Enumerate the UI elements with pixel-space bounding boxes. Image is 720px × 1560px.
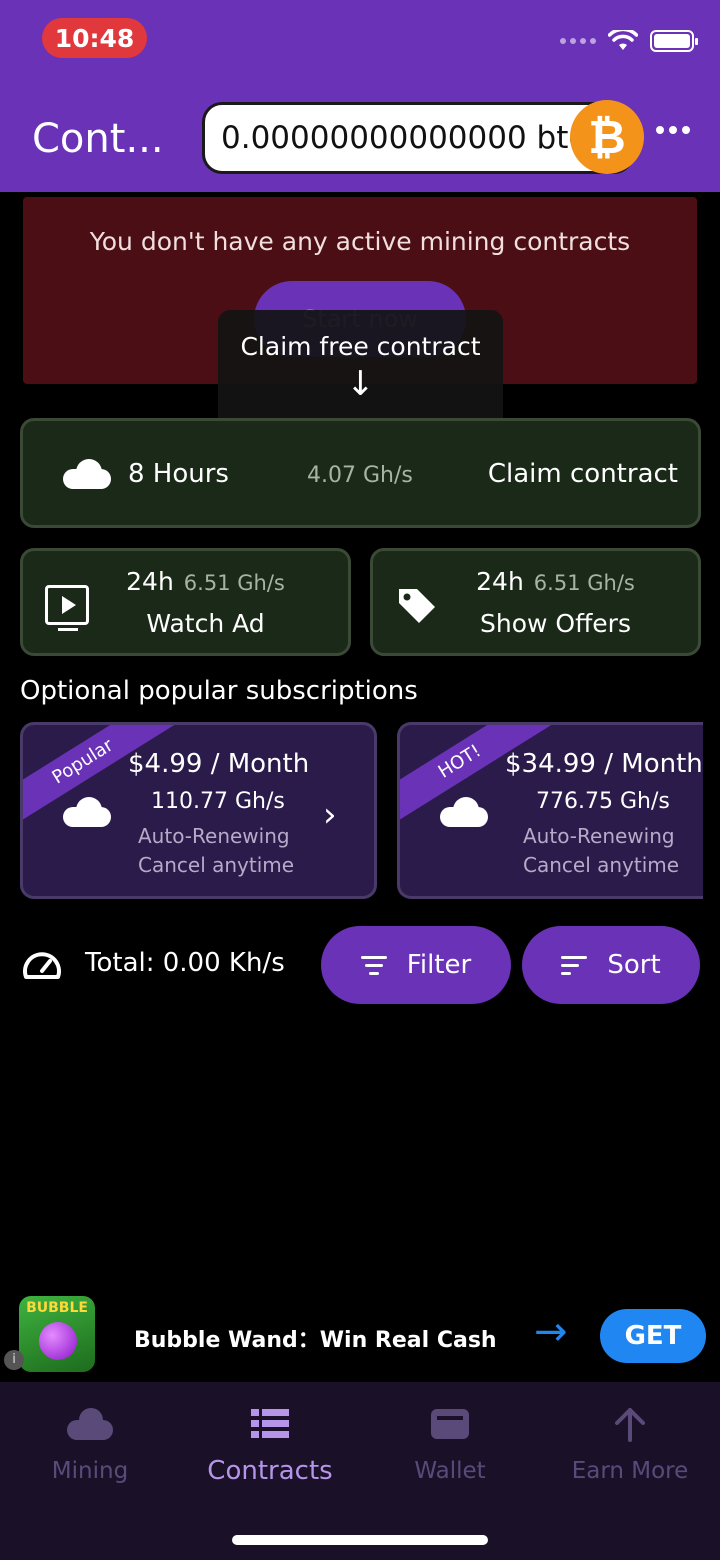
free-contract-card[interactable]: 8 Hours 4.07 Gh/s Claim contract xyxy=(20,418,701,528)
offers-hours: 24h xyxy=(476,567,524,596)
watch-ad-speed: 6.51 Gh/s xyxy=(183,571,285,595)
nav-label: Earn More xyxy=(571,1458,689,1484)
ad-info-icon[interactable]: i xyxy=(4,1350,24,1370)
subscription-card-popular[interactable]: Popular $4.99 / Month 110.77 Gh/s Auto-R… xyxy=(20,722,377,899)
wallet-icon xyxy=(431,1409,469,1439)
wifi-icon xyxy=(608,30,638,50)
offers-speed: 6.51 Gh/s xyxy=(533,571,635,595)
cloud-icon xyxy=(63,459,111,489)
cellular-signal-icon xyxy=(560,38,596,44)
ad-title: Bubble Wand：Win Real Cash xyxy=(134,1328,497,1353)
arrow-right-icon: → xyxy=(534,1309,568,1355)
subscription-speed: 776.75 Gh/s xyxy=(536,789,670,814)
filter-icon xyxy=(360,955,387,975)
status-icons xyxy=(560,30,698,52)
contract-duration: 8 Hours xyxy=(128,459,229,489)
cloud-icon xyxy=(440,797,488,827)
nav-item-contracts[interactable]: Contracts xyxy=(180,1402,360,1486)
watch-ad-card[interactable]: 24h 6.51 Gh/s Watch Ad xyxy=(20,548,351,656)
home-indicator[interactable] xyxy=(232,1535,488,1545)
notice-text: You don't have any active mining contrac… xyxy=(89,227,631,256)
claim-contract-button[interactable]: Claim contract xyxy=(488,459,678,489)
sort-icon xyxy=(561,955,588,975)
show-offers-card[interactable]: 24h 6.51 Gh/s Show Offers xyxy=(370,548,701,656)
ad-banner[interactable]: BUBBLE i Bubble Wand：Win Real Cash → GET xyxy=(0,1292,720,1382)
filter-label: Filter xyxy=(406,950,472,980)
show-offers-label: Show Offers xyxy=(480,609,631,638)
arrow-up-icon xyxy=(615,1408,645,1442)
subscription-speed: 110.77 Gh/s xyxy=(151,789,285,814)
battery-icon xyxy=(650,30,698,52)
claim-free-tooltip: Claim free contract ↓ xyxy=(218,310,503,432)
watch-ad-label: Watch Ad xyxy=(146,609,265,638)
subscriptions-heading: Optional popular subscriptions xyxy=(20,676,418,706)
subscription-cancel: Cancel anytime xyxy=(138,853,295,877)
more-options-icon[interactable] xyxy=(656,126,690,134)
arrow-down-icon: ↓ xyxy=(346,364,375,404)
list-icon xyxy=(251,1409,289,1438)
filter-button[interactable]: Filter xyxy=(321,926,511,1004)
cloud-icon xyxy=(63,797,111,827)
subscription-price: $4.99 / Month xyxy=(128,749,310,779)
subscription-cancel: Cancel anytime xyxy=(523,853,680,877)
bottom-navigation: Mining Contracts Wallet Earn More xyxy=(0,1382,720,1560)
nav-item-earn-more[interactable]: Earn More xyxy=(540,1402,720,1484)
subscription-card-hot[interactable]: HOT! $34.99 / Month 776.75 Gh/s Auto-Ren… xyxy=(397,722,703,899)
speedometer-icon xyxy=(23,952,61,979)
nav-item-mining[interactable]: Mining xyxy=(0,1402,180,1484)
subscription-price: $34.99 / Month xyxy=(505,749,703,779)
ad-app-icon: BUBBLE xyxy=(19,1296,95,1372)
contract-speed: 4.07 Gh/s xyxy=(307,463,413,488)
get-button[interactable]: GET xyxy=(600,1309,706,1363)
total-hashrate: Total: 0.00 Kh/s xyxy=(85,948,285,978)
page-title: Cont... xyxy=(32,116,164,162)
cloud-icon xyxy=(67,1408,113,1440)
sort-button[interactable]: Sort xyxy=(522,926,700,1004)
nav-label: Contracts xyxy=(207,1456,333,1486)
chevron-right-icon: › xyxy=(323,795,337,835)
watch-ad-hours: 24h xyxy=(126,567,174,596)
sort-label: Sort xyxy=(607,950,661,980)
app-header: 10:48 Cont... 0.00000000000000 btc ₿ xyxy=(0,0,720,192)
tooltip-text: Claim free contract xyxy=(240,332,481,361)
subscription-renew: Auto-Renewing xyxy=(138,824,290,848)
nav-label: Mining xyxy=(51,1458,129,1484)
subscription-renew: Auto-Renewing xyxy=(523,824,675,848)
nav-label: Wallet xyxy=(414,1458,486,1484)
bitcoin-icon: ₿ xyxy=(570,100,644,174)
ad-app-icon-text: BUBBLE xyxy=(26,1300,88,1316)
status-time: 10:48 xyxy=(42,18,147,58)
nav-item-wallet[interactable]: Wallet xyxy=(360,1402,540,1484)
